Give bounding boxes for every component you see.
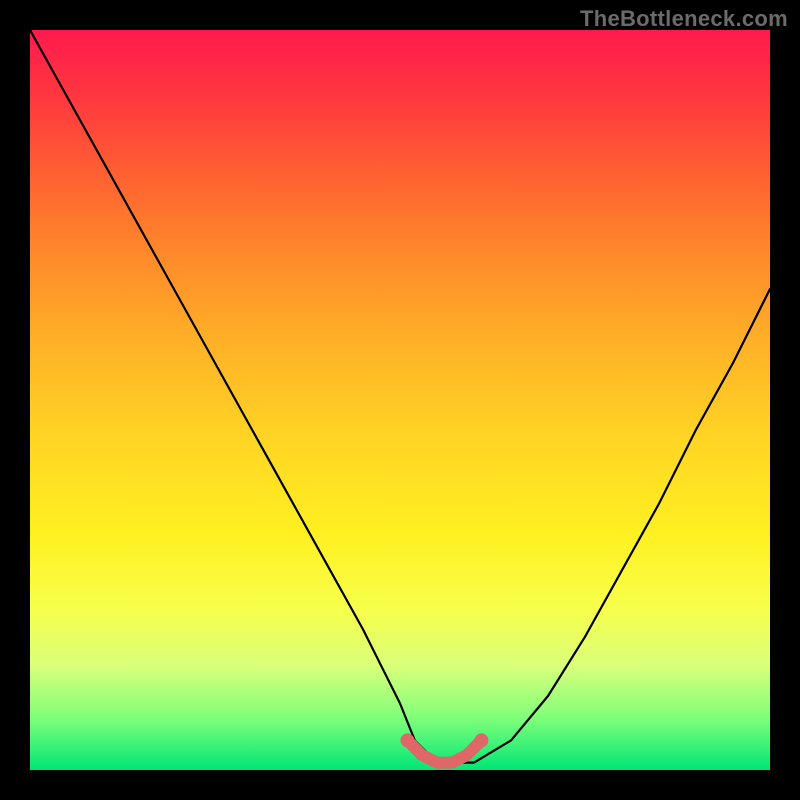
bottleneck-curve-line [30,30,770,763]
sweet-spot-dot-right-icon [474,733,488,747]
sweet-spot-dot-left-icon [400,733,414,747]
sweet-spot-band-line [407,740,481,762]
chart-plot-area [30,30,770,770]
chart-svg [30,30,770,770]
attribution-label: TheBottleneck.com [580,6,788,32]
chart-frame: TheBottleneck.com [0,0,800,800]
